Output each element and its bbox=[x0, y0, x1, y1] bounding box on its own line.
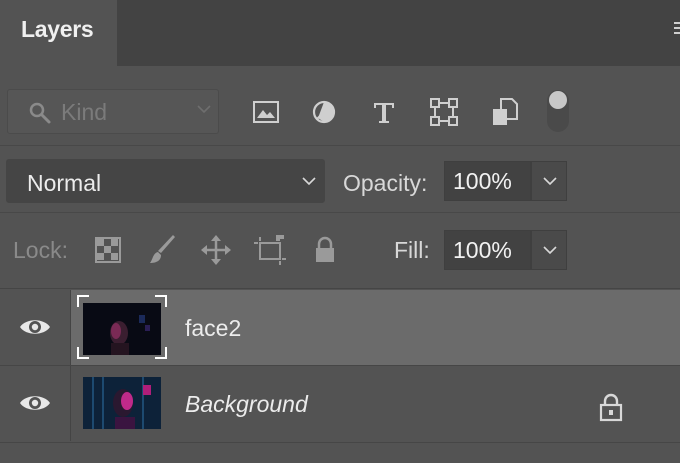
filter-kind-label: Kind bbox=[61, 99, 108, 125]
lock-icon[interactable] bbox=[598, 392, 624, 422]
type-layer-filter-icon[interactable] bbox=[366, 94, 402, 130]
layer-row[interactable]: face2 bbox=[0, 290, 680, 365]
lock-image-pixels-icon[interactable] bbox=[145, 232, 181, 268]
divider bbox=[0, 442, 680, 443]
fill-slider-button[interactable] bbox=[531, 230, 567, 270]
lock-label: Lock: bbox=[13, 237, 68, 263]
filter-toggle[interactable] bbox=[547, 90, 569, 132]
eye-icon bbox=[20, 396, 50, 410]
visibility-toggle[interactable] bbox=[0, 290, 71, 365]
layer-name[interactable]: face2 bbox=[185, 315, 241, 342]
layer-thumbnail[interactable] bbox=[83, 377, 161, 429]
blend-mode-select[interactable]: Normal bbox=[6, 159, 325, 203]
adjustment-layer-filter-icon[interactable] bbox=[306, 94, 342, 130]
blend-options-bar: Normal Opacity: 100% bbox=[0, 147, 680, 213]
visibility-toggle[interactable] bbox=[0, 366, 71, 441]
lock-all-icon[interactable] bbox=[307, 232, 343, 268]
lock-artboard-icon[interactable] bbox=[252, 232, 288, 268]
fill-input[interactable]: 100% bbox=[444, 230, 531, 270]
panel-tab-bar: Layers bbox=[0, 0, 680, 66]
fill-value: 100% bbox=[453, 237, 512, 263]
lock-options-bar: Lock: Fill: 100% bbox=[0, 214, 680, 289]
search-icon bbox=[29, 102, 51, 124]
layer-selection-frame bbox=[77, 295, 167, 359]
chevron-down-icon bbox=[543, 246, 557, 255]
lock-position-icon[interactable] bbox=[198, 232, 234, 268]
blend-mode-value: Normal bbox=[27, 170, 102, 196]
chevron-down-icon bbox=[543, 177, 557, 186]
toggle-knob bbox=[549, 91, 567, 109]
tab-layers[interactable]: Layers bbox=[0, 0, 117, 66]
smart-object-filter-icon[interactable] bbox=[487, 94, 523, 130]
pixel-layer-filter-icon[interactable] bbox=[248, 94, 284, 130]
eye-icon bbox=[20, 320, 50, 334]
layer-filter-bar: Kind bbox=[0, 66, 680, 146]
layer-row[interactable]: Background bbox=[0, 366, 680, 441]
shape-layer-filter-icon[interactable] bbox=[426, 94, 462, 130]
panel-menu-icon[interactable] bbox=[674, 22, 680, 36]
opacity-value: 100% bbox=[453, 168, 512, 194]
opacity-slider-button[interactable] bbox=[531, 161, 567, 201]
chevron-down-icon bbox=[302, 177, 316, 186]
layers-list: face2 Background bbox=[0, 290, 680, 463]
lock-transparent-pixels-icon[interactable] bbox=[90, 232, 126, 268]
fill-label: Fill: bbox=[394, 237, 430, 263]
opacity-label: Opacity: bbox=[343, 170, 428, 196]
chevron-down-icon bbox=[197, 105, 211, 114]
opacity-input[interactable]: 100% bbox=[444, 161, 531, 201]
filter-type-select[interactable]: Kind bbox=[7, 89, 219, 134]
layer-name[interactable]: Background bbox=[185, 391, 308, 418]
